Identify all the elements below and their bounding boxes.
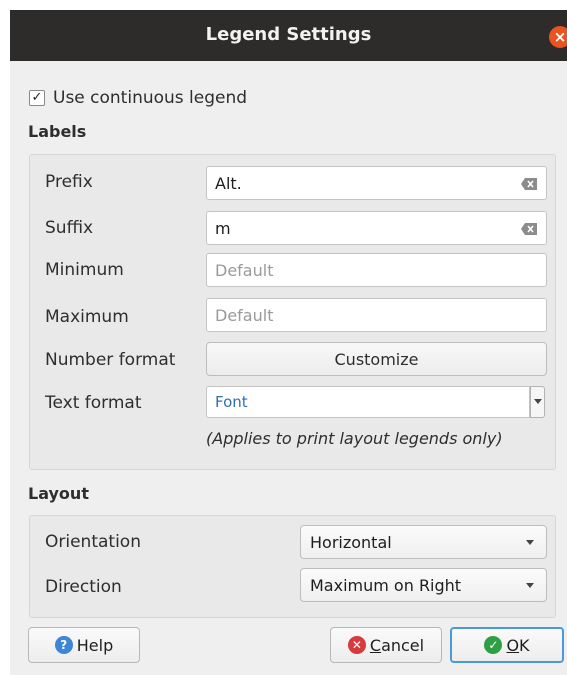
customize-button[interactable]: Customize xyxy=(206,342,547,376)
direction-label: Direction xyxy=(45,577,122,597)
number-format-label: Number format xyxy=(45,350,176,370)
title-bar[interactable]: Legend Settings × xyxy=(10,10,567,61)
cancel-mnemonic: C xyxy=(369,635,382,655)
ok-label-rest: K xyxy=(519,635,530,655)
text-format-label: Text format xyxy=(45,393,142,413)
layout-group-title: Layout xyxy=(28,484,89,503)
chevron-down-icon xyxy=(526,540,534,545)
orientation-dropdown[interactable]: Horizontal xyxy=(300,525,547,559)
help-button-label: Help xyxy=(76,635,114,655)
prefix-input[interactable]: Alt. xyxy=(206,166,547,200)
ok-button[interactable]: ✓ OK xyxy=(450,627,564,663)
print-layout-note: (Applies to print layout legends only) xyxy=(206,429,503,448)
cancel-label-rest: ancel xyxy=(381,635,425,655)
clear-icon[interactable] xyxy=(521,223,537,235)
ok-icon: ✓ xyxy=(484,636,503,654)
dialog-title: Legend Settings xyxy=(205,24,372,45)
help-icon: ? xyxy=(54,636,73,654)
direction-dropdown[interactable]: Maximum on Right xyxy=(300,568,547,602)
font-menu-arrow[interactable] xyxy=(530,386,545,418)
minimum-placeholder: Default xyxy=(215,260,274,280)
cancel-button-label: Cancel xyxy=(370,636,424,655)
prefix-value: Alt. xyxy=(215,173,242,193)
orientation-value: Horizontal xyxy=(310,532,392,552)
prefix-label: Prefix xyxy=(45,172,93,192)
ok-mnemonic: O xyxy=(506,635,520,655)
chevron-down-icon xyxy=(526,583,534,588)
minimum-input[interactable]: Default xyxy=(206,253,547,287)
maximum-placeholder: Default xyxy=(215,305,274,325)
labels-group-title: Labels xyxy=(28,122,87,141)
maximum-input[interactable]: Default xyxy=(206,298,547,332)
clear-icon[interactable] xyxy=(521,178,537,190)
cancel-button[interactable]: ✕ Cancel xyxy=(330,627,442,663)
suffix-label: Suffix xyxy=(45,218,94,238)
font-button-label: Font xyxy=(215,393,248,411)
cancel-icon: ✕ xyxy=(347,636,366,654)
font-button[interactable]: Font xyxy=(206,386,530,418)
legend-settings-dialog: Legend Settings × ✓ Use continuous legen… xyxy=(10,10,567,675)
chevron-down-icon xyxy=(534,399,542,404)
suffix-value: m xyxy=(215,218,231,238)
orientation-label: Orientation xyxy=(45,532,141,552)
continuous-legend-row[interactable]: ✓ Use continuous legend xyxy=(29,86,247,110)
ok-button-label: OK xyxy=(506,636,529,655)
direction-value: Maximum on Right xyxy=(310,575,462,595)
suffix-input[interactable]: m xyxy=(206,211,547,245)
maximum-label: Maximum xyxy=(45,307,129,327)
minimum-label: Minimum xyxy=(45,260,124,280)
continuous-legend-checkbox[interactable]: ✓ xyxy=(29,90,45,106)
close-button[interactable]: × xyxy=(549,26,567,48)
continuous-legend-label[interactable]: Use continuous legend xyxy=(53,88,247,108)
help-button[interactable]: ? Help xyxy=(28,627,140,663)
